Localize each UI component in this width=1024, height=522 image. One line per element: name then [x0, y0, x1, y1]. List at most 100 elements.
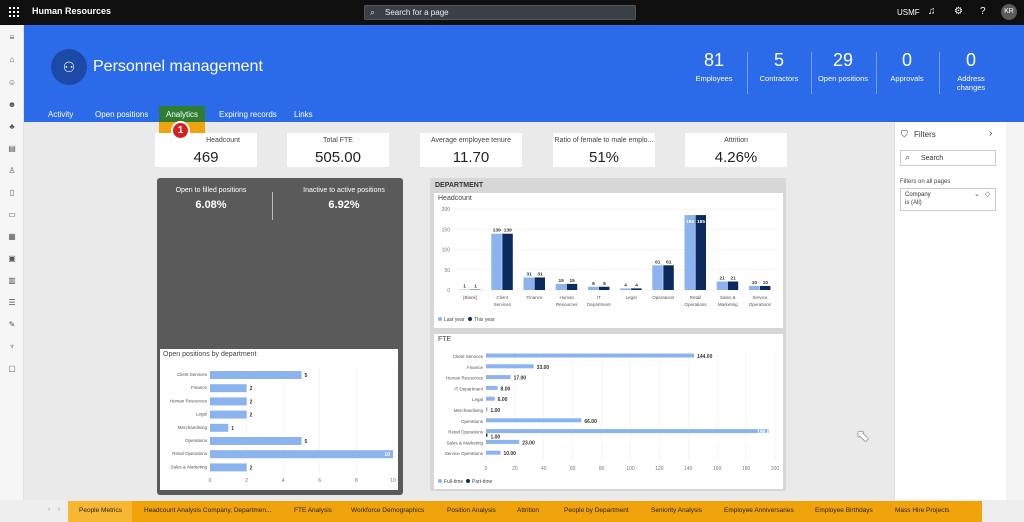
document-edit-icon[interactable]: ▭ [5, 210, 19, 220]
card-gender-ratio: Ratio of female to male emplo... 51% [553, 133, 655, 167]
help-icon[interactable]: ? [980, 6, 986, 17]
page-tab-attrition[interactable]: Attrition [517, 507, 539, 514]
data-label: 33.00 [537, 365, 550, 371]
page-tab-employee-birthdays[interactable]: Employee Birthdays [815, 507, 873, 514]
category-label: Human Resources [446, 376, 484, 381]
bar [620, 288, 631, 290]
person-icon[interactable]: ☻ [5, 100, 19, 110]
group-icon[interactable]: ♣ [5, 122, 19, 132]
list-icon[interactable]: ☰ [5, 298, 19, 308]
app-title: Human Resources [32, 6, 112, 16]
x-tick-label: 200 [771, 466, 780, 472]
people-icon[interactable]: ☺ [5, 78, 19, 88]
page-tab-people-metrics[interactable]: People Metrics [79, 507, 122, 514]
category-label: Finance [526, 295, 543, 300]
eraser-icon[interactable]: ◇ [985, 190, 990, 198]
bar [684, 215, 695, 290]
page-tab-headcount-analysis[interactable]: Headcount Analysis Company, Departmen... [144, 507, 271, 514]
category-label: [Blank] [463, 295, 477, 300]
data-label: 1.00 [490, 408, 500, 414]
bar [486, 353, 695, 358]
chat-icon[interactable]: ▢ [5, 364, 19, 374]
page-tab-employee-anniversaries[interactable]: Employee Anniversaries [724, 507, 794, 514]
kpi-contractors[interactable]: 5 Contractors [753, 50, 805, 83]
avatar[interactable]: KR [1001, 4, 1017, 20]
data-label: 66.00 [584, 419, 597, 425]
chevron-left-icon[interactable]: ‹ [48, 506, 50, 513]
x-tick-label: 180 [742, 466, 751, 472]
tab-links[interactable]: Links [294, 110, 313, 119]
x-tick-label: 6 [318, 478, 321, 484]
clipboard-icon[interactable]: ▤ [5, 144, 19, 154]
company-picker[interactable]: USMF [897, 8, 920, 17]
tab-open-positions[interactable]: Open positions [95, 110, 148, 119]
bar [486, 385, 498, 390]
legend-label: This year [474, 317, 495, 323]
kpi-address-changes[interactable]: 0 Address changes [945, 50, 997, 92]
page-tab-seniority-analysis[interactable]: Seniority Analysis [651, 507, 702, 514]
bar [486, 433, 488, 437]
report-icon[interactable]: ▥ [5, 276, 19, 286]
category-label: Finance [191, 385, 208, 390]
category-label: Department [587, 302, 611, 307]
search-input[interactable]: Search for a page [364, 5, 636, 20]
data-label: 21 [720, 275, 726, 281]
document-icon[interactable]: ▯ [5, 188, 19, 198]
bar [486, 450, 501, 455]
notification-icon[interactable]: ♫ [928, 6, 936, 17]
kpi-open-positions[interactable]: 29 Open positions [815, 50, 871, 83]
page-tab-workforce-demographics[interactable]: Workforce Demographics [351, 507, 424, 514]
kpi-employees[interactable]: 81 Employees [688, 50, 740, 83]
chevron-down-icon[interactable]: ⌄ [974, 190, 980, 198]
app-launcher-icon[interactable] [9, 7, 19, 17]
card-attrition: Attrition 4.26% [685, 133, 787, 167]
data-label: 6.00 [498, 397, 508, 403]
calendar-icon[interactable]: ▦ [5, 232, 19, 242]
home-icon[interactable]: ⌂ [5, 55, 19, 65]
category-label: Retail Operations [172, 451, 208, 456]
company-filter-card[interactable]: Company is (All) [900, 188, 996, 211]
page-tab-position-analysis[interactable]: Position Analysis [447, 507, 496, 514]
bar [486, 364, 534, 369]
tab-activity[interactable]: Activity [48, 110, 73, 119]
department-title: DEPARTMENT [435, 182, 484, 189]
data-label: 4 [624, 282, 627, 288]
bar [523, 277, 534, 290]
kpi-approvals[interactable]: 0 Approvals [881, 50, 933, 83]
category-label: Legal [626, 295, 637, 300]
fte-chart: 0 20 40 60 80 100 120 140 160 180 200 Client Servic… [438, 352, 780, 485]
hierarchy-icon[interactable]: ♆ [5, 342, 19, 352]
hamburger-icon[interactable]: ≡ [5, 33, 19, 43]
x-tick-label: 120 [655, 466, 664, 472]
chevron-right-icon[interactable]: › [58, 506, 60, 513]
tab-analytics[interactable]: Analytics [166, 110, 198, 119]
page-tab-fte-analysis[interactable]: FTE Analysis [294, 507, 332, 514]
page-tab-mass-hire-projects[interactable]: Mass Hire Projects [895, 507, 950, 514]
page-tab-people-by-department[interactable]: People by Department [564, 507, 629, 514]
bar [486, 418, 582, 423]
bar [486, 429, 770, 434]
vertical-scrollbar[interactable] [1006, 122, 1024, 500]
user-search-icon[interactable]: ♙ [5, 166, 19, 176]
y-tick-label: 150 [442, 227, 451, 233]
org-icon[interactable]: ▣ [5, 254, 19, 264]
chevron-right-icon[interactable]: › [989, 128, 992, 139]
data-label: 15 [570, 278, 576, 284]
gear-icon[interactable]: ⚙ [954, 6, 963, 17]
bar [486, 439, 520, 444]
legend-label: Last year [444, 317, 465, 323]
data-label: 23.00 [522, 440, 535, 446]
data-label: 2 [250, 386, 253, 392]
tab-expiring-records[interactable]: Expiring records [219, 110, 277, 119]
data-label: 139 [504, 228, 512, 234]
data-label: 1.00 [490, 435, 500, 441]
tools-icon[interactable]: ✎ [5, 320, 19, 330]
bar [210, 463, 247, 472]
x-tick-label: 10 [390, 478, 396, 484]
category-label: Legal [196, 412, 207, 417]
legend-marker [438, 317, 442, 321]
data-label: 2 [250, 399, 253, 405]
x-tick-label: 20 [512, 466, 518, 472]
bar [652, 265, 663, 290]
filter-search-input[interactable]: Search [900, 150, 996, 166]
